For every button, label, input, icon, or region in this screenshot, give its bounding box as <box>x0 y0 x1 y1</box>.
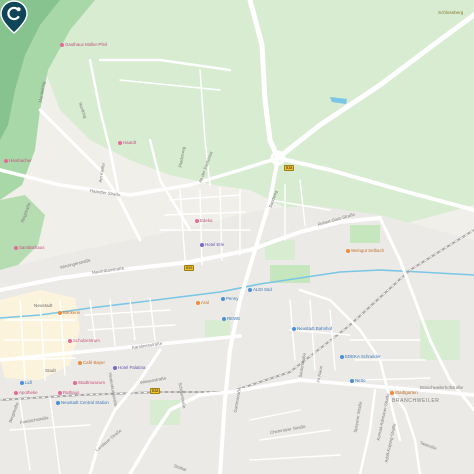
location-pin-dot <box>16 7 21 12</box>
poi-label: Hotel Erle <box>205 242 225 247</box>
poi-dot <box>292 326 296 331</box>
location-pin-shape <box>0 0 28 34</box>
poi-dot <box>20 380 24 385</box>
poi-dot <box>221 296 225 301</box>
road-b38 <box>247 0 281 161</box>
minor-street <box>349 339 431 381</box>
poi-dot <box>248 287 252 292</box>
poi-marker[interactable]: Schulzentrum <box>68 338 100 343</box>
poi-marker[interactable]: Sanitätshaus <box>14 245 44 250</box>
road-haardter <box>0 156 280 197</box>
poi-label: Lidl <box>25 380 32 385</box>
poi-label: Penny <box>226 296 239 301</box>
poi-label: Stadtgarten <box>395 390 418 395</box>
poi-marker[interactable]: EDEKA Schneider <box>340 354 381 359</box>
poi-label: EDEKA Schneider <box>345 354 381 359</box>
poi-marker[interactable]: Hotel Erle <box>200 242 224 247</box>
poi-label: Hotel Palatina <box>118 365 146 370</box>
route-shield: B38 <box>284 165 295 171</box>
poi-dot <box>56 400 60 405</box>
poi-marker[interactable]: Rathaus <box>58 390 79 395</box>
route-shield: B39 <box>184 265 195 271</box>
poi-dot <box>350 378 354 383</box>
poi-label: Bäckerei <box>63 310 81 315</box>
minor-street <box>159 194 251 231</box>
poi-dot <box>200 242 204 247</box>
poi-dot <box>14 390 18 395</box>
poi-marker[interactable]: Aral <box>196 300 209 305</box>
poi-marker[interactable]: Neustadt Bahnhof <box>292 326 332 331</box>
minor-street <box>84 309 176 331</box>
poi-marker[interactable]: ALDI Süd <box>248 287 272 292</box>
district-label: BRANCHWEILER <box>392 398 440 404</box>
road-b39 <box>275 12 474 161</box>
poi-dot <box>58 310 62 315</box>
poi-label: Weingut Selbach <box>351 248 385 253</box>
place-label: Schlossberg <box>438 10 464 15</box>
poi-marker[interactable]: Neustadt Central Station <box>56 400 109 405</box>
poi-label: Schulzentrum <box>73 338 100 343</box>
poi-marker[interactable]: Edeka <box>195 218 212 223</box>
poi-marker[interactable]: Café Bayer <box>78 360 105 365</box>
road-upper <box>98 58 232 72</box>
place-label: Neustadt <box>34 303 53 308</box>
poi-label: Neustadt Central Station <box>61 400 109 405</box>
poi-marker[interactable]: Hotel Palatina <box>113 365 145 370</box>
poi-label: Netto <box>355 378 366 383</box>
poi-marker[interactable]: Lidl <box>20 380 32 385</box>
poi-marker[interactable]: Stadtmuseum <box>73 380 105 385</box>
poi-label: Gasthaus Müller-Pfeil <box>65 42 107 47</box>
poi-label: Café Bayer <box>83 360 105 365</box>
poi-dot <box>60 42 64 47</box>
road-right-south <box>378 216 474 412</box>
road-landauer <box>128 390 232 474</box>
poi-label: Sanitätshaus <box>19 245 45 250</box>
poi-dot <box>78 360 82 365</box>
location-pin[interactable] <box>0 0 28 34</box>
poi-label: REWE <box>227 316 241 321</box>
poi-marker[interactable]: Haardt <box>118 140 136 145</box>
poi-marker[interactable]: Apotheke <box>14 390 38 395</box>
poi-label: Aral <box>201 300 209 305</box>
poi-marker[interactable]: Hambacher <box>4 158 32 163</box>
minor-street <box>249 409 341 461</box>
poi-marker[interactable]: REWE <box>222 316 240 321</box>
place-label: Stadt <box>45 368 56 373</box>
poi-marker[interactable]: Netto <box>350 378 366 383</box>
poi-marker[interactable]: Penny <box>221 296 238 301</box>
poi-marker[interactable]: Weingut Selbach <box>346 248 384 253</box>
route-shield: B38 <box>150 388 161 394</box>
poi-dot <box>346 248 350 253</box>
map-canvas[interactable]: B38 B39 B38 Schlossberg Neustadt Stadt B… <box>0 0 474 474</box>
poi-label: Hambacher <box>9 158 32 163</box>
poi-dot <box>73 380 77 385</box>
poi-label: Stadtmuseum <box>78 380 106 385</box>
poi-dot <box>118 140 122 145</box>
poi-dot <box>196 300 200 305</box>
poi-dot <box>4 158 8 163</box>
poi-label: Haardt <box>123 140 137 145</box>
road-nw <box>38 108 142 242</box>
poi-label: Neustadt Bahnhof <box>297 326 333 331</box>
poi-label: Rathaus <box>63 390 80 395</box>
poi-marker[interactable]: Gasthaus Müller-Pfeil <box>60 42 107 47</box>
street-label: Branchweilerhofstraße <box>420 385 463 390</box>
road-vine2 <box>119 79 221 91</box>
minor-street <box>9 397 91 474</box>
poi-label: ALDI Süd <box>253 287 272 292</box>
poi-dot <box>68 338 72 343</box>
poi-dot <box>195 218 199 223</box>
poi-label: Edeka <box>200 218 213 223</box>
poi-dot <box>14 245 18 250</box>
poi-marker[interactable]: Bäckerei <box>58 310 80 315</box>
poi-dot <box>222 316 226 321</box>
poi-dot <box>340 354 344 359</box>
poi-dot <box>113 365 117 370</box>
poi-dot <box>58 390 62 395</box>
poi-marker[interactable]: Stadtgarten <box>390 390 418 395</box>
road-east <box>276 156 474 212</box>
poi-dot <box>390 390 394 395</box>
poi-label: Apotheke <box>19 390 38 395</box>
